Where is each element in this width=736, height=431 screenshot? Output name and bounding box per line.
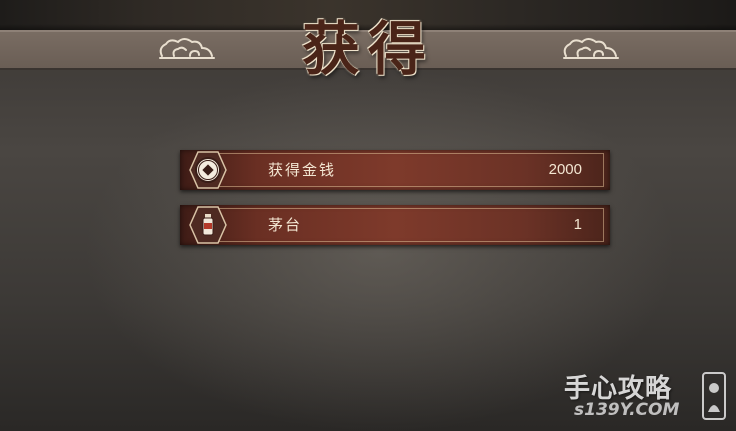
reward-row-maotai: 茅台 1 (166, 205, 612, 245)
reward-name: 茅台 (268, 216, 303, 234)
dialog-title: 获得 (301, 15, 434, 83)
reward-name: 获得金钱 (268, 161, 337, 179)
coin-icon (189, 151, 227, 189)
reward-row-money: 获得金钱 2000 (166, 150, 612, 190)
watermark: 手心攻略 s139Y.COM (560, 368, 730, 426)
liquor-bottle-icon (189, 206, 227, 244)
reward-count: 1 (573, 216, 582, 233)
reward-screen: 获得 获得金钱 2000 茅台 1 手心攻略 s139Y.COM (0, 0, 736, 431)
reward-count: 2000 (548, 161, 582, 178)
reward-row-bar (180, 205, 610, 245)
reward-row-bar (180, 150, 610, 190)
watermark-logo-icon (702, 372, 726, 420)
watermark-url: s139Y.COM (574, 400, 680, 420)
